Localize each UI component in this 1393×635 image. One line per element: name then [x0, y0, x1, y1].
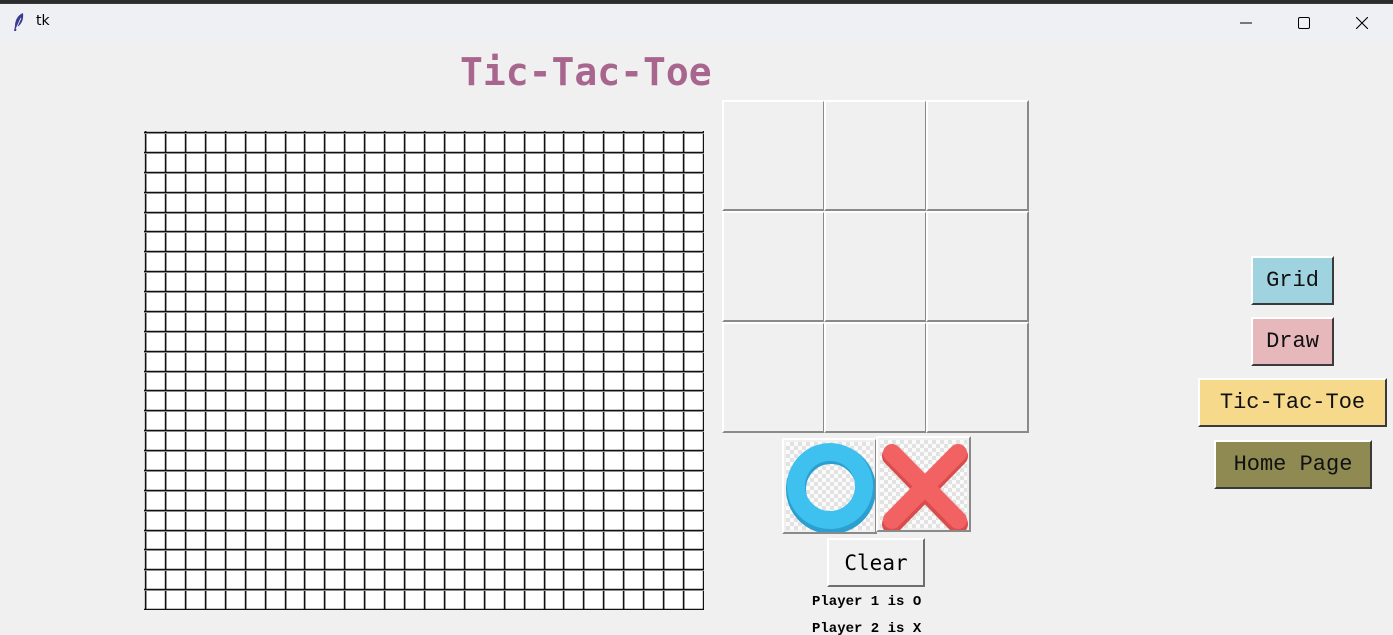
page-title: Tic-Tac-Toe: [460, 50, 712, 94]
x-piece-button[interactable]: [876, 436, 971, 532]
minimize-icon: [1240, 22, 1252, 24]
grid-button[interactable]: Grid: [1251, 256, 1334, 305]
tictactoe-board: [722, 100, 1030, 434]
app-window: tk Tic-Tac-Toe Clear Player 1 is O Playe…: [0, 3, 1393, 635]
board-cell[interactable]: [722, 211, 825, 322]
player2-label: Player 2 is X: [812, 621, 922, 635]
close-icon: [1356, 17, 1368, 29]
player1-label: Player 1 is O: [812, 594, 922, 610]
maximize-button[interactable]: [1275, 4, 1333, 42]
board-cell[interactable]: [722, 322, 825, 433]
title-bar[interactable]: tk: [0, 4, 1393, 42]
board-cell[interactable]: [926, 211, 1029, 322]
home-page-button[interactable]: Home Page: [1214, 440, 1372, 489]
board-cell[interactable]: [926, 100, 1029, 211]
board-cell[interactable]: [824, 100, 927, 211]
minimize-button[interactable]: [1217, 4, 1275, 42]
drawing-grid-canvas[interactable]: [144, 131, 704, 610]
tictactoe-button[interactable]: Tic-Tac-Toe: [1198, 378, 1387, 427]
maximize-icon: [1298, 17, 1310, 29]
clear-button[interactable]: Clear: [827, 538, 925, 587]
board-cell[interactable]: [722, 100, 825, 211]
draw-button[interactable]: Draw: [1251, 317, 1334, 366]
board-cell[interactable]: [824, 322, 927, 433]
x-piece-icon: [882, 444, 968, 530]
o-piece-button[interactable]: [782, 438, 877, 534]
o-piece-icon: [786, 443, 875, 532]
app-content: Tic-Tac-Toe Clear Player 1 is O Player 2…: [0, 42, 1393, 635]
close-button[interactable]: [1333, 4, 1391, 42]
feather-icon: [14, 13, 24, 31]
board-cell[interactable]: [926, 322, 1029, 433]
window-title: tk: [36, 13, 50, 29]
board-cell[interactable]: [824, 211, 927, 322]
drawing-grid-lines: [144, 131, 704, 610]
